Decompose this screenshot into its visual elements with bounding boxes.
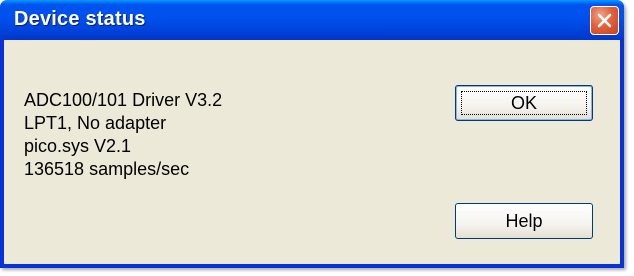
dialog-body: ADC100/101 Driver V3.2 LPT1, No adapter … [4,40,620,264]
sample-rate-text: 136518 samples/sec [24,159,190,179]
dialog-title: Device status [14,8,146,30]
port-status-text: LPT1, No adapter [24,113,167,133]
close-button[interactable] [590,6,619,35]
focus-rectangle [461,91,587,115]
help-button-label: Help [505,210,543,231]
ok-button[interactable]: OK [455,85,593,121]
title-bar[interactable]: Device status [0,0,624,40]
driver-version-text: ADC100/101 Driver V3.2 [24,90,223,110]
help-button[interactable]: Help [455,203,593,239]
close-icon [597,13,612,28]
device-status-dialog: Device status ADC100/101 Driver V3.2 LPT… [0,0,624,268]
sys-version-text: pico.sys V2.1 [24,136,132,156]
device-info: ADC100/101 Driver V3.2 LPT1, No adapter … [24,89,222,181]
